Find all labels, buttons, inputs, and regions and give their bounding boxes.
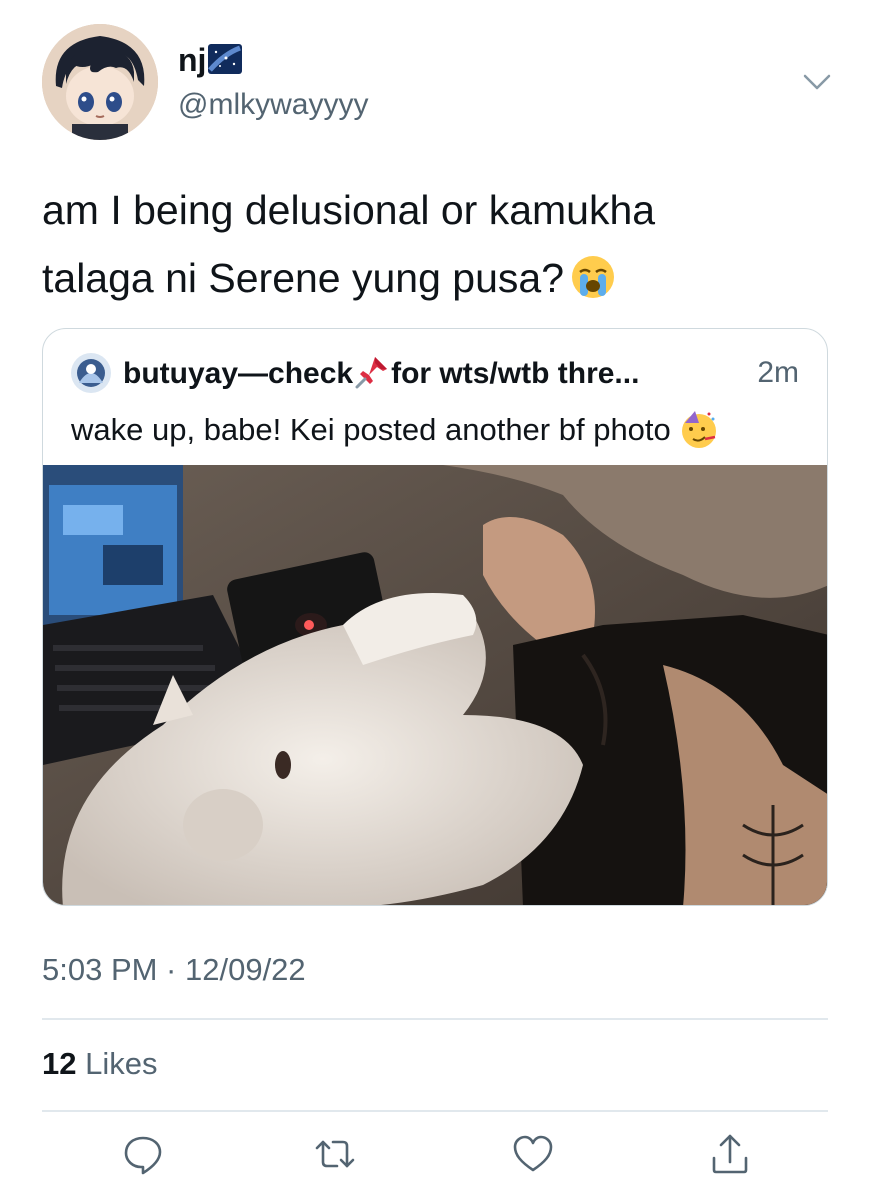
tweet-actions-bar bbox=[0, 1132, 870, 1182]
tweet-text-line-1: am I being delusional or kamukha bbox=[42, 187, 656, 233]
likes-number: 12 bbox=[42, 1046, 77, 1081]
quoted-tweet-text-content: wake up, babe! Kei posted another bf pho… bbox=[71, 412, 671, 447]
quoted-author-name-part2: for wts/wtb thre... bbox=[391, 357, 640, 390]
divider bbox=[42, 1018, 828, 1020]
quoted-author-name-part1: butuyay—check bbox=[123, 357, 354, 390]
tweet-timestamp[interactable]: 5:03 PM · 12/09/22 bbox=[42, 952, 306, 988]
quoted-tweet-card[interactable]: butuyay—check for wts/wtb thre... 2m wake… bbox=[42, 328, 828, 906]
author-display-name[interactable]: nj bbox=[178, 42, 206, 78]
loudly-crying-face-icon bbox=[570, 252, 616, 298]
author-avatar[interactable] bbox=[42, 24, 158, 140]
tweet-text: am I being delusional or kamukha talaga … bbox=[42, 176, 832, 312]
retweet-icon[interactable] bbox=[313, 1132, 357, 1176]
partying-face-icon bbox=[679, 409, 719, 449]
share-icon[interactable] bbox=[708, 1132, 752, 1176]
pushpin-icon bbox=[355, 355, 389, 389]
likes-label: Likes bbox=[85, 1046, 158, 1081]
quoted-tweet-photo[interactable] bbox=[43, 465, 827, 905]
quoted-tweet-text: wake up, babe! Kei posted another bf pho… bbox=[71, 409, 719, 449]
author-handle[interactable]: @mlkywayyyy bbox=[178, 88, 368, 122]
quoted-tweet-header: butuyay—check for wts/wtb thre... 2m bbox=[71, 353, 799, 393]
quoted-author-avatar[interactable] bbox=[71, 353, 111, 393]
quoted-author-name[interactable]: butuyay—check for wts/wtb thre... bbox=[123, 355, 639, 391]
quoted-tweet-time[interactable]: 2m bbox=[757, 356, 799, 390]
divider bbox=[42, 1110, 828, 1112]
reply-icon[interactable] bbox=[121, 1132, 165, 1176]
tweet-text-line-2: talaga ni Serene yung pusa? bbox=[42, 255, 565, 301]
likes-count[interactable]: 12 Likes bbox=[42, 1046, 157, 1082]
author-name[interactable]: nj bbox=[178, 42, 243, 78]
more-options-chevron-down-icon[interactable] bbox=[800, 68, 834, 96]
milky-way-icon bbox=[208, 44, 243, 74]
heart-icon[interactable] bbox=[511, 1132, 555, 1176]
